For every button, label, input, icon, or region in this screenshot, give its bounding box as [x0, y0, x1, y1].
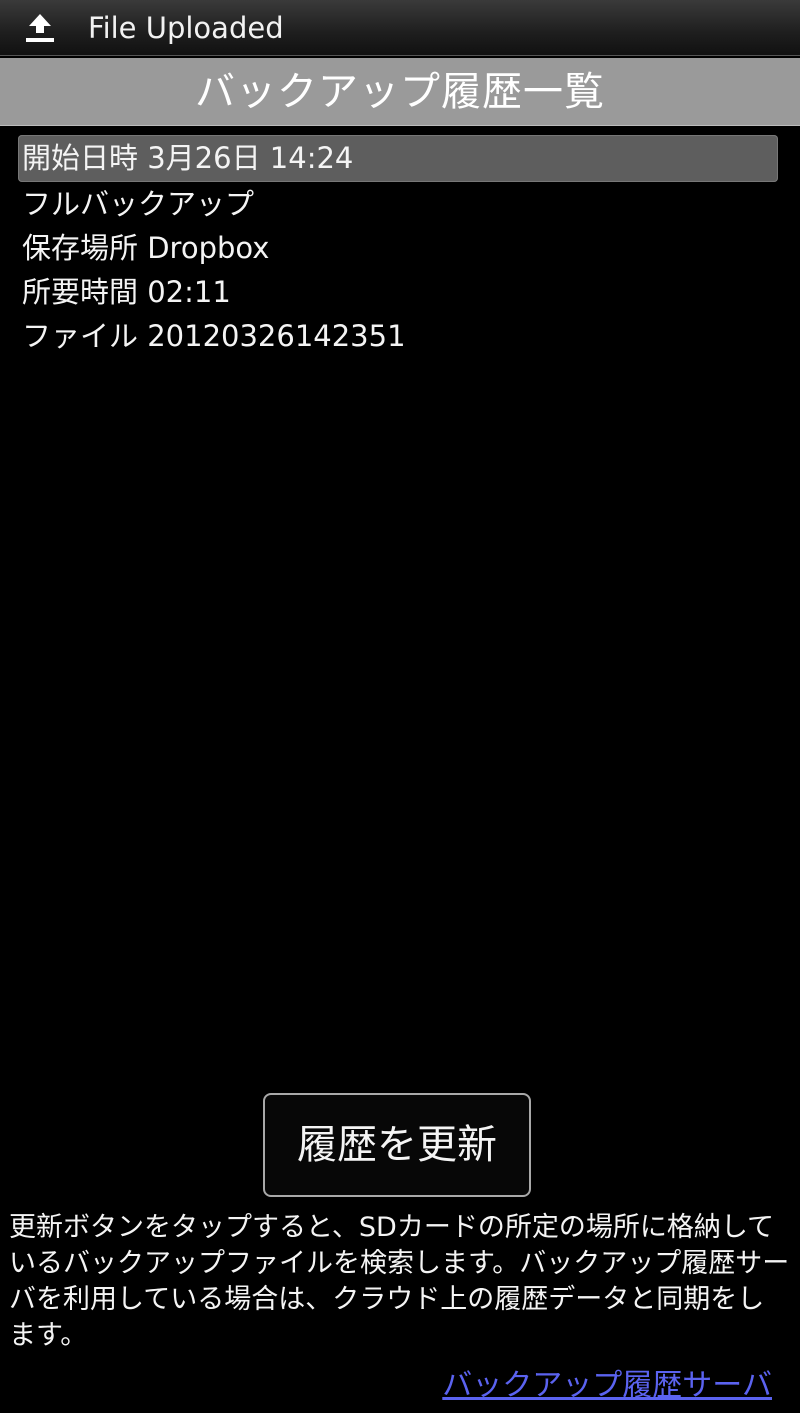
list-item[interactable]: 開始日時 3月26日 14:24 フルバックアップ 保存場所 Dropbox 所…	[18, 135, 778, 358]
status-bar: File Uploaded	[0, 0, 800, 56]
start-time: 開始日時 3月26日 14:24	[18, 135, 778, 182]
storage-location: 保存場所 Dropbox	[22, 231, 270, 265]
title-bar: バックアップ履歴一覧	[0, 58, 800, 126]
page-title: バックアップ履歴一覧	[195, 69, 605, 115]
backup-type: フルバックアップ	[22, 187, 255, 221]
notification-text: File Uploaded	[88, 11, 284, 45]
file-name: ファイル 20120326142351	[22, 319, 406, 353]
upload-icon	[26, 14, 54, 42]
description-text: 更新ボタンをタップすると、SDカードの所定の場所に格納しているバックアップファイ…	[9, 1212, 790, 1351]
backup-history-server-link[interactable]: バックアップ履歴サーバ	[442, 1366, 772, 1406]
duration: 所要時間 02:11	[22, 275, 231, 309]
refresh-history-button[interactable]: 履歴を更新	[263, 1093, 531, 1197]
backup-history-list: 開始日時 3月26日 14:24 フルバックアップ 保存場所 Dropbox 所…	[18, 135, 778, 358]
